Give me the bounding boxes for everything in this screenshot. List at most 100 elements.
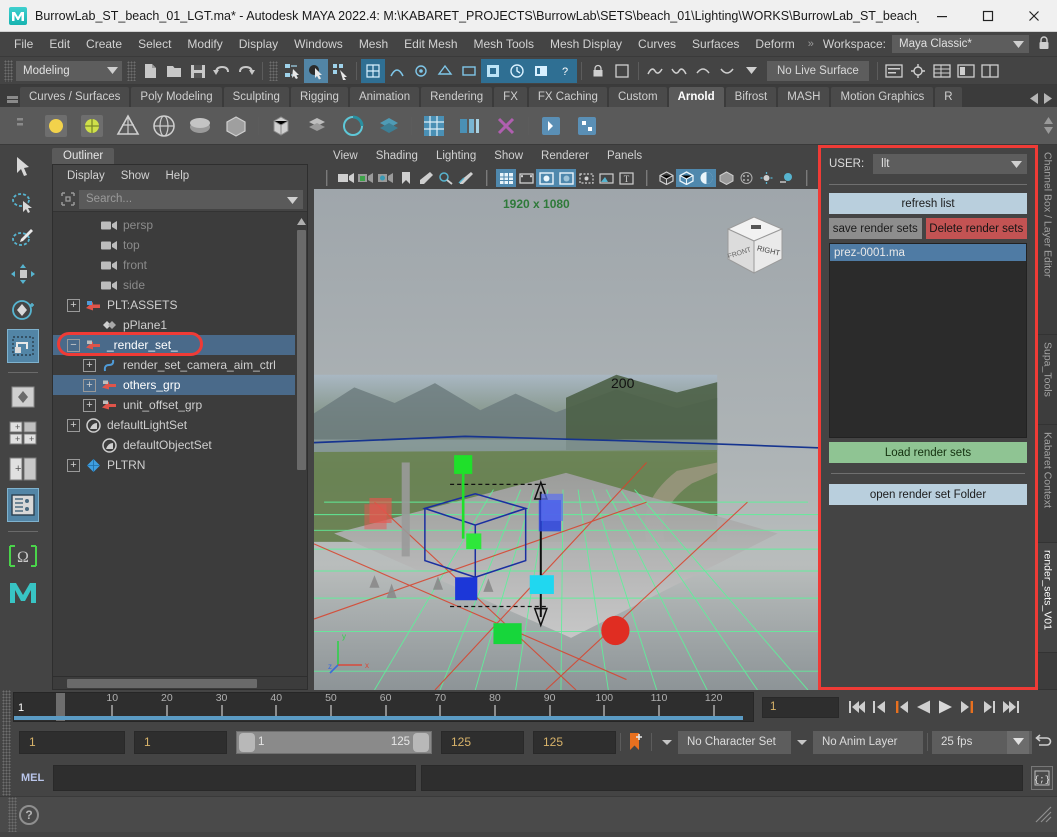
chevron-down-icon[interactable] bbox=[1007, 730, 1029, 754]
outliner-item-front[interactable]: front bbox=[53, 255, 295, 275]
anim-layer-field[interactable]: No Anim Layer bbox=[813, 730, 923, 754]
outliner-horizontal-scrollbar[interactable] bbox=[52, 677, 308, 690]
viewport-menu-panels[interactable]: Panels bbox=[598, 148, 651, 164]
shelf-tab-more[interactable]: R bbox=[935, 87, 962, 107]
arnold-skydome-light-icon[interactable] bbox=[76, 110, 108, 142]
text-overlay-icon[interactable]: T bbox=[616, 169, 636, 187]
outliner-item-others-grp[interactable]: + others_grp bbox=[53, 375, 295, 395]
scroll-thumb[interactable] bbox=[67, 678, 257, 688]
animation-start-field[interactable]: 1 bbox=[19, 730, 125, 754]
image-plane-icon[interactable] bbox=[416, 169, 436, 187]
outliner-item-persp[interactable]: persp bbox=[53, 215, 295, 235]
gate-mask-icon[interactable] bbox=[556, 169, 576, 187]
viewport-menu-lighting[interactable]: Lighting bbox=[427, 148, 485, 164]
play-backwards-button[interactable] bbox=[913, 696, 933, 718]
shelf-tab-poly-modeling[interactable]: Poly Modeling bbox=[131, 87, 222, 107]
toolbar-grip[interactable] bbox=[127, 60, 136, 81]
film-gate-icon[interactable] bbox=[516, 169, 536, 187]
outliner-menu-help[interactable]: Help bbox=[158, 168, 198, 184]
menu-curves[interactable]: Curves bbox=[630, 34, 684, 54]
menu-edit[interactable]: Edit bbox=[41, 34, 78, 54]
collapse-icon[interactable]: − bbox=[67, 338, 80, 352]
shelf-scroll-arrows[interactable] bbox=[1041, 108, 1057, 144]
quick-layout-omega-icon[interactable]: Ω bbox=[7, 539, 39, 573]
viewport-menu-show[interactable]: Show bbox=[485, 148, 532, 164]
menu-surfaces[interactable]: Surfaces bbox=[684, 34, 747, 54]
toolbar-grip[interactable] bbox=[269, 60, 278, 81]
load-render-sets-button[interactable]: Load render sets bbox=[829, 442, 1027, 463]
maximize-button[interactable] bbox=[965, 0, 1011, 32]
help-icon[interactable]: ? bbox=[19, 804, 39, 825]
grid-toggle-icon[interactable] bbox=[496, 169, 516, 187]
camera-attributes-icon[interactable] bbox=[376, 169, 396, 187]
outliner-item-pplane1[interactable]: pPlane1 bbox=[53, 315, 295, 335]
shelf-grip[interactable] bbox=[4, 110, 36, 142]
step-forward-key-button[interactable] bbox=[979, 696, 999, 718]
chevron-right-icon[interactable] bbox=[1043, 93, 1052, 107]
outliner-vertical-scrollbar[interactable] bbox=[295, 212, 307, 676]
user-select[interactable]: llt bbox=[873, 154, 1027, 174]
construction-history-icon[interactable] bbox=[505, 58, 529, 83]
expand-icon[interactable]: + bbox=[83, 358, 96, 372]
outliner-search-input[interactable]: Search... bbox=[79, 189, 303, 209]
attribute-editor-icon[interactable] bbox=[882, 59, 906, 83]
select-mask-icon[interactable] bbox=[610, 59, 634, 83]
lock-selection-icon[interactable] bbox=[586, 59, 610, 83]
select-object-icon[interactable] bbox=[304, 58, 328, 83]
outliner-menu-show[interactable]: Show bbox=[113, 168, 158, 184]
expand-icon[interactable]: + bbox=[83, 398, 96, 412]
chevron-down-icon[interactable] bbox=[287, 196, 298, 208]
play-forwards-button[interactable] bbox=[935, 696, 955, 718]
shelf-tab-rendering[interactable]: Rendering bbox=[421, 87, 493, 107]
viewport-grip[interactable] bbox=[316, 169, 336, 187]
character-set-field[interactable]: No Character Set bbox=[678, 730, 791, 754]
menu-modify[interactable]: Modify bbox=[179, 34, 230, 54]
go-to-end-button[interactable] bbox=[1001, 696, 1021, 718]
range-end-field[interactable]: 125 bbox=[441, 730, 524, 754]
step-back-frame-button[interactable] bbox=[891, 696, 911, 718]
last-tool-icon[interactable] bbox=[7, 380, 39, 414]
scroll-thumb[interactable] bbox=[296, 230, 306, 470]
two-view-layout-icon[interactable]: + bbox=[7, 452, 39, 486]
viewport-menu-view[interactable]: View bbox=[324, 148, 367, 164]
viewport-menu-shading[interactable]: Shading bbox=[367, 148, 427, 164]
panel-layout-icon[interactable] bbox=[978, 59, 1002, 83]
viewport-3d[interactable]: 1920 x 1080 200 FRONT RIGHT y x z bbox=[314, 189, 818, 690]
light-toggle-icon[interactable] bbox=[756, 169, 776, 187]
scroll-up-arrow-icon[interactable] bbox=[296, 214, 306, 228]
arnold-render-icon[interactable] bbox=[337, 110, 369, 142]
menu-windows[interactable]: Windows bbox=[286, 34, 351, 54]
menu-edit-mesh[interactable]: Edit Mesh bbox=[396, 34, 465, 54]
tab-kabaret-context[interactable]: Kabaret Context bbox=[1038, 425, 1057, 543]
arnold-grid-blue-icon[interactable] bbox=[418, 110, 450, 142]
range-slider-grip[interactable] bbox=[2, 724, 11, 760]
fps-select[interactable]: 25 fps bbox=[932, 730, 1032, 754]
time-slider[interactable]: 1 10 20 30 40 50 60 70 80 90 100 110 120 bbox=[13, 692, 754, 722]
expand-icon[interactable]: + bbox=[83, 378, 96, 392]
save-render-sets-button[interactable]: save render sets bbox=[829, 218, 922, 239]
history-dropdown-icon[interactable] bbox=[739, 59, 763, 83]
arnold-layers-icon[interactable] bbox=[373, 110, 405, 142]
range-slider-right-handle[interactable] bbox=[413, 732, 429, 752]
menu-file[interactable]: File bbox=[6, 34, 41, 54]
arnold-tile-icon[interactable] bbox=[571, 110, 603, 142]
bookmark-icon[interactable] bbox=[396, 169, 416, 187]
outliner-item-defaultobjectset[interactable]: defaultObjectSet bbox=[53, 435, 295, 455]
lock-icon[interactable] bbox=[1037, 35, 1051, 54]
tab-channel-box-layer-editor[interactable]: Channel Box / Layer Editor bbox=[1038, 145, 1057, 335]
menu-mesh-display[interactable]: Mesh Display bbox=[542, 34, 630, 54]
screen-space-ao-icon[interactable] bbox=[776, 169, 796, 187]
construct-history-toggle-icon[interactable] bbox=[691, 59, 715, 83]
toolbar-grip[interactable] bbox=[4, 59, 13, 82]
live-surface-field[interactable]: No Live Surface bbox=[767, 60, 869, 81]
shelf-tab-mash[interactable]: MASH bbox=[778, 87, 830, 107]
menu-display[interactable]: Display bbox=[231, 34, 286, 54]
input-connections-icon[interactable] bbox=[643, 59, 667, 83]
outliner-item-render-set-camera-aim-ctrl[interactable]: + render_set_camera_aim_ctrl bbox=[53, 355, 295, 375]
shelf-tab-bifrost[interactable]: Bifrost bbox=[725, 87, 777, 107]
help-line-grip[interactable] bbox=[8, 797, 17, 832]
arnold-cross-icon[interactable] bbox=[490, 110, 522, 142]
arnold-mesh-light-icon[interactable] bbox=[112, 110, 144, 142]
shade-textured-icon[interactable] bbox=[696, 169, 716, 187]
mel-label[interactable]: MEL bbox=[21, 772, 44, 784]
